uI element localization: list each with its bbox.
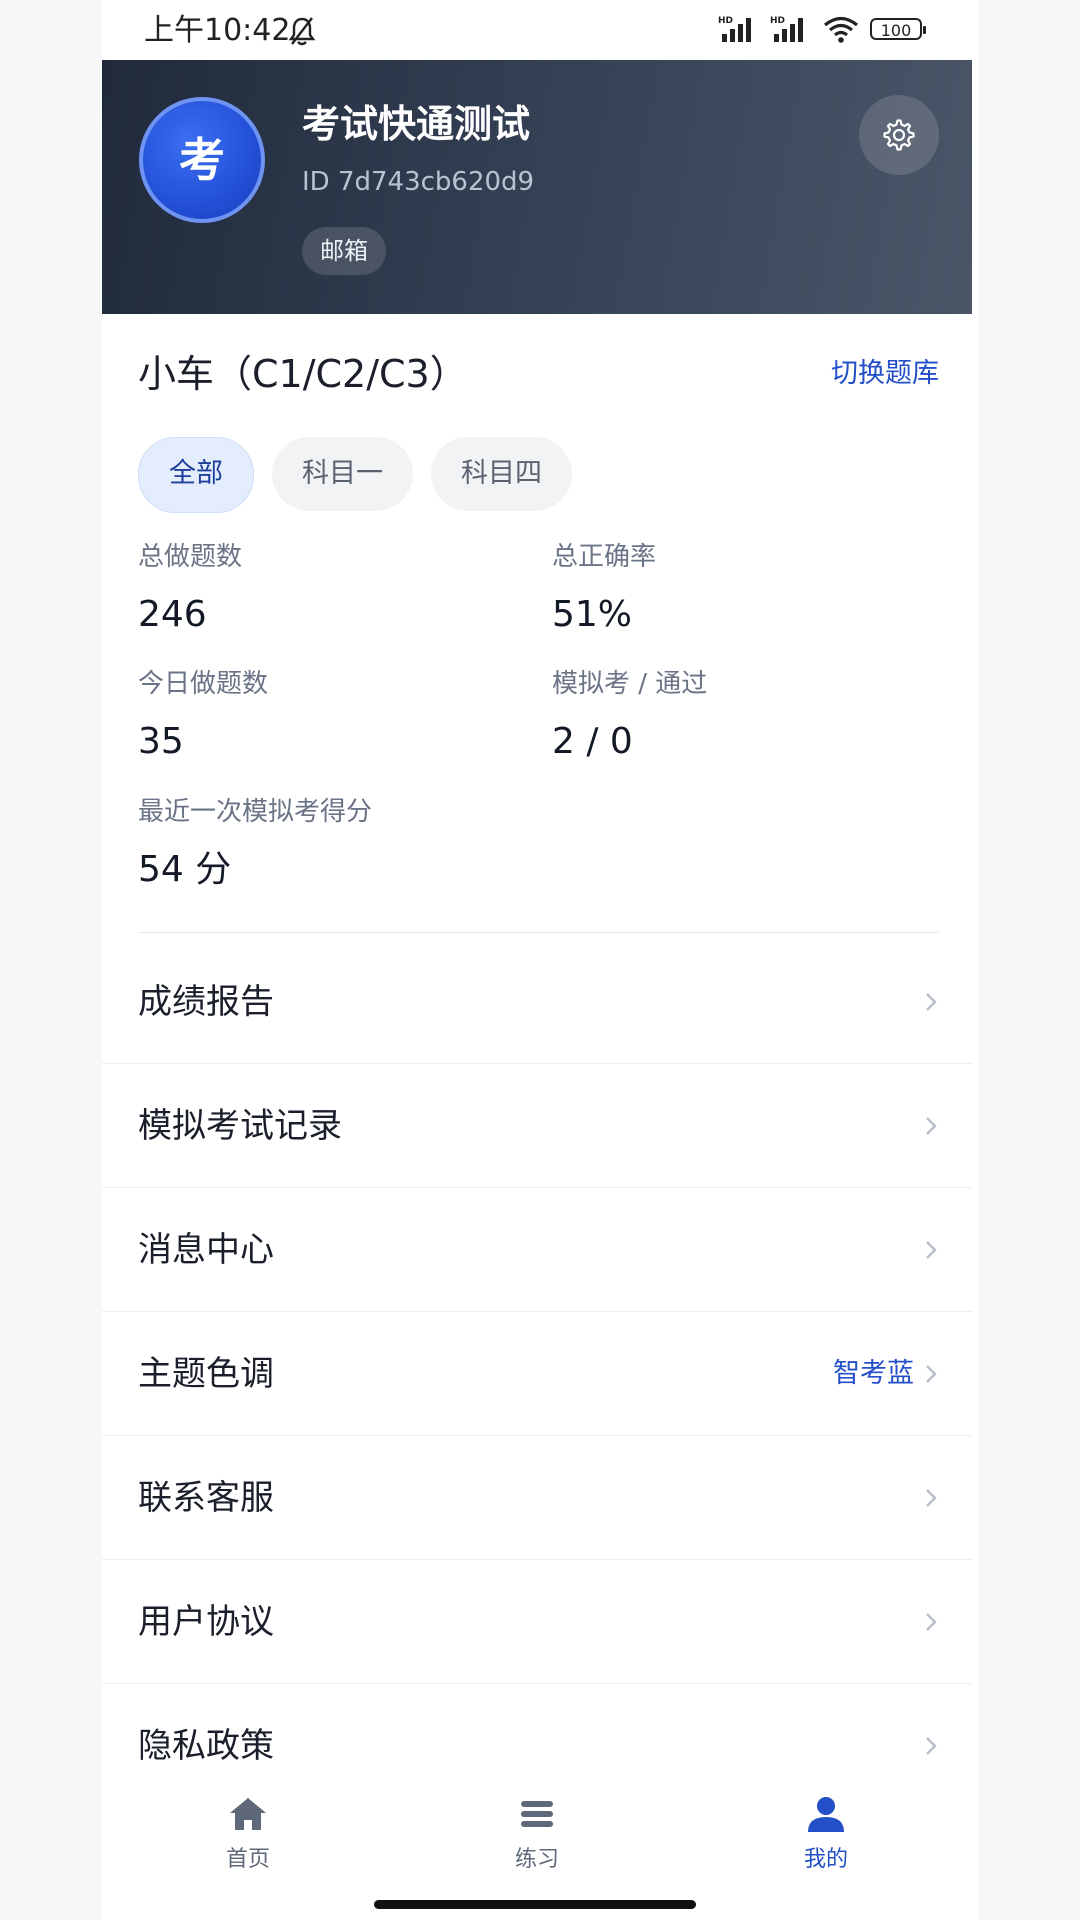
switch-bank-link[interactable]: 切换题库: [831, 356, 939, 392]
menu-item-mock-records[interactable]: 模拟考试记录: [102, 1064, 972, 1188]
list-icon: [521, 1801, 553, 1827]
chevron-right-icon: [926, 1117, 937, 1135]
menu-item-customer-service[interactable]: 联系客服: [102, 1436, 972, 1560]
nav-home[interactable]: 首页: [168, 1792, 328, 1892]
bottom-navigation: 首页 练习 我的: [102, 1778, 972, 1920]
profile-name: 考试快通测试: [302, 102, 531, 146]
total-questions-value: 246: [138, 594, 207, 635]
nav-practice[interactable]: 练习: [457, 1792, 617, 1892]
right-gutter: [978, 0, 1080, 1920]
status-time: 上午10:42: [144, 13, 291, 48]
mock-exam-label: 模拟考 / 通过: [552, 669, 708, 699]
signal-hd-label: HD: [718, 16, 733, 26]
tab-all[interactable]: 全部: [138, 437, 254, 513]
last-score-value: 54 分: [138, 849, 232, 890]
signal-hd-label-2: HD: [770, 16, 785, 26]
chevron-right-icon: [926, 1737, 937, 1755]
menu-item-score-report[interactable]: 成绩报告: [102, 940, 972, 1064]
menu-item-label: 主题色调: [138, 1354, 274, 1394]
chevron-right-icon: [926, 993, 937, 1011]
tab-subject-one[interactable]: 科目一: [272, 437, 413, 511]
subject-tabs: 全部 科目一 科目四: [138, 437, 572, 513]
nav-home-label: 首页: [225, 1847, 270, 1872]
battery-indicator: 100: [870, 18, 926, 40]
chevron-right-icon: [926, 1489, 937, 1507]
avatar[interactable]: 考: [139, 97, 265, 223]
nav-mine-label: 我的: [803, 1847, 848, 1872]
menu-item-label: 模拟考试记录: [138, 1106, 342, 1146]
status-bar: 上午10:42 HD HD 100: [102, 0, 972, 60]
signal-icon: HD: [718, 16, 751, 42]
chevron-right-icon: [926, 1613, 937, 1631]
signal-icon-2: HD: [770, 16, 803, 42]
question-bank-name: 小车（C1/C2/C3）: [138, 352, 468, 396]
profile-header: 考 考试快通测试 ID 7d743cb620d9 邮箱: [102, 60, 972, 314]
total-questions-label: 总做题数: [138, 542, 243, 572]
home-icon: [230, 1798, 266, 1830]
profile-id: ID 7d743cb620d9: [302, 167, 535, 197]
user-icon: [808, 1797, 844, 1832]
today-questions-label: 今日做题数: [138, 669, 269, 699]
accuracy-label: 总正确率: [552, 542, 657, 572]
stats-divider: [138, 932, 939, 933]
accuracy-value: 51%: [552, 594, 633, 635]
menu-item-label: 隐私政策: [138, 1726, 274, 1766]
menu-item-theme[interactable]: 主题色调 智考蓝: [102, 1312, 972, 1436]
theme-value: 智考蓝: [833, 1358, 914, 1389]
menu-item-messages[interactable]: 消息中心: [102, 1188, 972, 1312]
email-badge: 邮箱: [302, 227, 386, 275]
tab-subject-four[interactable]: 科目四: [431, 437, 572, 511]
menu-item-label: 成绩报告: [138, 982, 274, 1022]
today-questions-value: 35: [138, 721, 184, 762]
status-icons: HD HD 100: [718, 14, 926, 44]
mock-exam-value: 2 / 0: [552, 721, 633, 762]
settings-button[interactable]: [859, 95, 939, 175]
left-gutter: [0, 0, 102, 1920]
last-score-label: 最近一次模拟考得分: [138, 797, 373, 827]
silent-bell-icon: [288, 17, 316, 46]
wifi-icon: [823, 16, 859, 43]
menu-item-label: 联系客服: [138, 1478, 274, 1518]
chevron-right-icon: [926, 1365, 937, 1383]
settings-menu: 成绩报告 模拟考试记录 消息中心 主题色调 智考蓝 联系客服 用户协议 隐私政策: [102, 940, 972, 1808]
nav-practice-label: 练习: [514, 1847, 559, 1872]
menu-item-label: 用户协议: [138, 1602, 274, 1642]
menu-item-user-agreement[interactable]: 用户协议: [102, 1560, 972, 1684]
nav-mine[interactable]: 我的: [746, 1792, 906, 1892]
menu-item-label: 消息中心: [138, 1230, 274, 1270]
gear-icon: [883, 119, 915, 151]
home-indicator[interactable]: [374, 1900, 696, 1909]
app-screen: 上午10:42 HD HD 100 考 考试快通测试 ID 7d743cb620…: [102, 0, 972, 1920]
chevron-right-icon: [926, 1241, 937, 1259]
